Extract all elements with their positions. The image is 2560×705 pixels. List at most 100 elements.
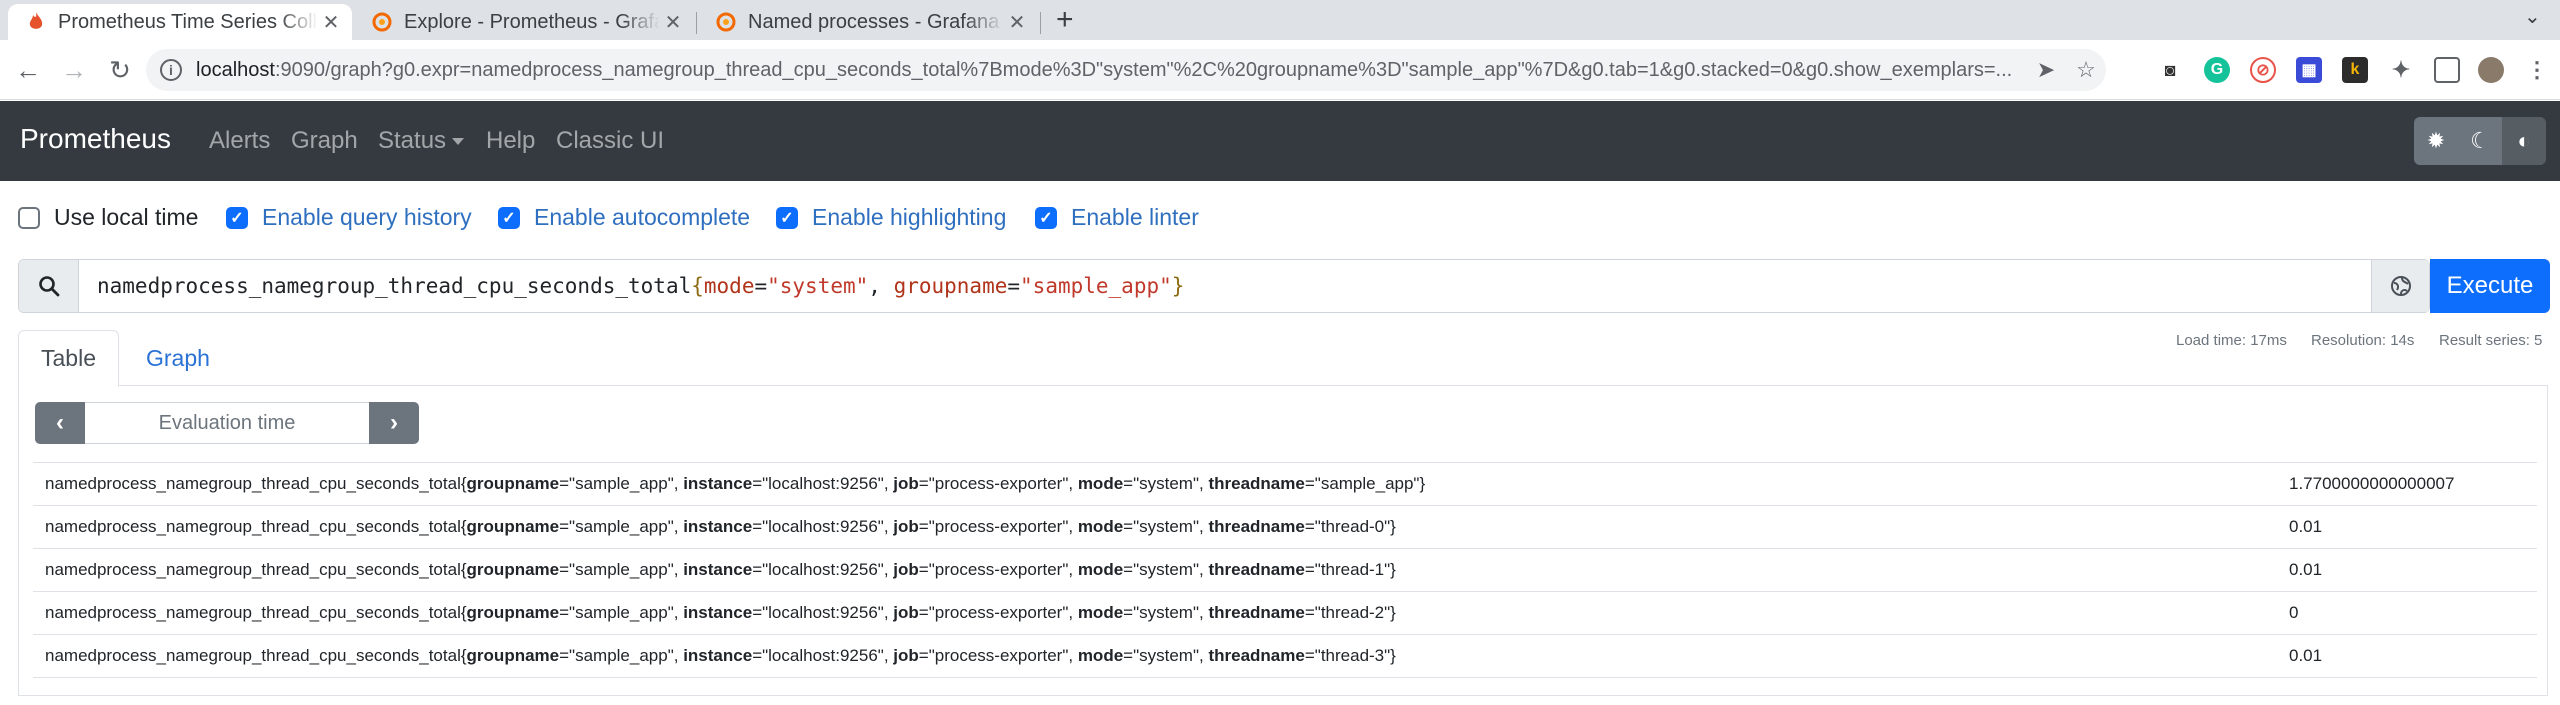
nav-classic-ui[interactable]: Classic UI: [556, 127, 664, 155]
series-value-cell: 0.01: [2277, 548, 2537, 592]
brand-link[interactable]: Prometheus: [20, 123, 171, 155]
table-row: namedprocess_namegroup_thread_cpu_second…: [33, 505, 2537, 549]
extensions-puzzle-icon[interactable]: ✦: [2388, 57, 2414, 83]
forward-arrow-icon[interactable]: →: [56, 52, 92, 88]
send-arrow-icon[interactable]: ➤: [2026, 57, 2066, 83]
nav-status[interactable]: Status: [378, 127, 465, 155]
label-value: "process-exporter": [928, 474, 1069, 493]
query-metric-name: namedprocess_namegroup_thread_cpu_second…: [97, 274, 692, 298]
checkbox-checked[interactable]: ✓: [1035, 206, 1057, 229]
browser-theme-contrast-icon[interactable]: ◐: [2502, 117, 2546, 165]
query-brace: {: [691, 274, 704, 298]
label-value: "sample_app": [569, 474, 674, 493]
browser-tab-named-processes[interactable]: Named processes - Grafana ✕: [698, 4, 1038, 40]
expression-input[interactable]: namedprocess_namegroup_thread_cpu_second…: [79, 260, 2371, 312]
checkbox[interactable]: [18, 206, 40, 229]
option-use-local-time[interactable]: Use local time: [18, 204, 198, 231]
next-time-chevron-right-icon[interactable]: ›: [369, 402, 419, 444]
incognito-extension-icon[interactable]: ◙: [2157, 57, 2183, 83]
reload-icon[interactable]: ↻: [102, 52, 138, 88]
label-name: job: [893, 474, 919, 493]
checkbox-checked[interactable]: ✓: [776, 206, 798, 229]
nav-graph[interactable]: Graph: [291, 127, 358, 155]
nav-help[interactable]: Help: [486, 127, 535, 155]
label-name: threadname: [1208, 646, 1305, 665]
label-name: job: [893, 603, 919, 622]
option-enable-highlighting[interactable]: ✓ Enable highlighting: [776, 204, 1006, 231]
grafana-icon: [716, 12, 736, 32]
option-label: Enable linter: [1071, 204, 1199, 230]
option-label: Use local time: [54, 204, 199, 230]
label-value: "localhost:9256": [762, 646, 884, 665]
label-value: "sample_app": [1314, 474, 1420, 493]
label-name: mode: [1077, 603, 1124, 622]
tab-table[interactable]: Table: [18, 330, 119, 387]
label-value: "localhost:9256": [762, 560, 884, 579]
side-panel-icon[interactable]: [2434, 57, 2460, 83]
close-tab-icon[interactable]: ✕: [1004, 10, 1030, 35]
label-value: "process-exporter": [928, 517, 1069, 536]
load-time-stat: Load time: 17ms: [2176, 332, 2287, 349]
address-bar[interactable]: i localhost:9090/graph?g0.expr=namedproc…: [146, 49, 2106, 91]
label-name: instance: [683, 560, 753, 579]
k-extension-icon[interactable]: k: [2342, 57, 2368, 83]
evaluation-time-input[interactable]: Evaluation time: [85, 402, 369, 444]
search-icon: [19, 260, 79, 312]
close-tab-icon[interactable]: ✕: [318, 10, 344, 35]
light-theme-sun-icon[interactable]: ✹: [2414, 117, 2458, 165]
previous-time-chevron-left-icon[interactable]: ‹: [35, 402, 85, 444]
site-info-icon[interactable]: i: [160, 59, 182, 81]
browser-tab-explore[interactable]: Explore - Prometheus - Grafana ✕: [354, 4, 694, 40]
series-value-cell: 1.7700000000000007: [2277, 462, 2537, 506]
label-value: "thread-0": [1314, 517, 1391, 536]
new-tab-plus-icon[interactable]: +: [1056, 4, 1074, 36]
bookmark-star-icon[interactable]: ☆: [2066, 57, 2106, 83]
table-pane: ‹ Evaluation time › namedprocess_namegro…: [18, 386, 2548, 696]
browser-tab-prometheus[interactable]: Prometheus Time Series Collection and Pr…: [8, 4, 352, 40]
label-value: "localhost:9256": [762, 474, 884, 493]
label-name: job: [893, 560, 919, 579]
label-name: mode: [1077, 474, 1124, 493]
back-arrow-icon[interactable]: ←: [10, 52, 46, 88]
browser-tab-title: Explore - Prometheus - Grafana: [404, 10, 660, 33]
label-name: mode: [1077, 560, 1124, 579]
query-operator: =: [1007, 274, 1021, 298]
label-value: "sample_app": [569, 646, 674, 665]
option-label: Enable query history: [262, 204, 472, 230]
label-value: "thread-2": [1314, 603, 1391, 622]
checkbox-checked[interactable]: ✓: [498, 206, 520, 229]
browser-menu-icon[interactable]: ⋮: [2524, 57, 2550, 83]
option-enable-linter[interactable]: ✓ Enable linter: [1035, 204, 1199, 231]
window-extension-icon[interactable]: ▦: [2296, 57, 2322, 83]
label-value: "system": [1133, 603, 1200, 622]
metrics-explorer-globe-icon[interactable]: [2371, 260, 2429, 312]
label-value: "sample_app": [569, 560, 674, 579]
evaluation-time-group: ‹ Evaluation time ›: [35, 402, 419, 444]
label-name: job: [893, 646, 919, 665]
label-name: groupname: [466, 603, 560, 622]
tab-graph[interactable]: Graph: [124, 330, 232, 387]
label-value: "thread-3": [1314, 646, 1391, 665]
query-label-name: mode: [703, 274, 755, 298]
dark-theme-moon-icon[interactable]: ☾: [2458, 117, 2502, 165]
option-enable-autocomplete[interactable]: ✓ Enable autocomplete: [498, 204, 750, 231]
url-text[interactable]: localhost:9090/graph?g0.expr=namedproces…: [196, 59, 2026, 82]
nav-alerts[interactable]: Alerts: [209, 127, 270, 155]
label-value: "system": [1133, 474, 1200, 493]
option-enable-query-history[interactable]: ✓ Enable query history: [226, 204, 472, 231]
grammarly-extension-icon[interactable]: G: [2204, 57, 2230, 83]
label-name: instance: [683, 517, 753, 536]
tab-search-chevron-icon[interactable]: ⌄: [2524, 4, 2541, 29]
execute-button[interactable]: Execute: [2430, 259, 2550, 313]
label-name: job: [893, 517, 919, 536]
block-extension-icon[interactable]: ⊘: [2250, 57, 2276, 83]
table-row: namedprocess_namegroup_thread_cpu_second…: [33, 591, 2537, 635]
prometheus-navbar: Prometheus Alerts Graph Status Help Clas…: [0, 101, 2560, 181]
query-operator: =: [754, 274, 768, 298]
label-value: "sample_app": [569, 517, 674, 536]
checkbox-checked[interactable]: ✓: [226, 206, 248, 229]
grafana-icon: [372, 12, 392, 32]
profile-avatar[interactable]: [2478, 57, 2504, 83]
table-row: namedprocess_namegroup_thread_cpu_second…: [33, 634, 2537, 678]
close-tab-icon[interactable]: ✕: [660, 10, 686, 35]
